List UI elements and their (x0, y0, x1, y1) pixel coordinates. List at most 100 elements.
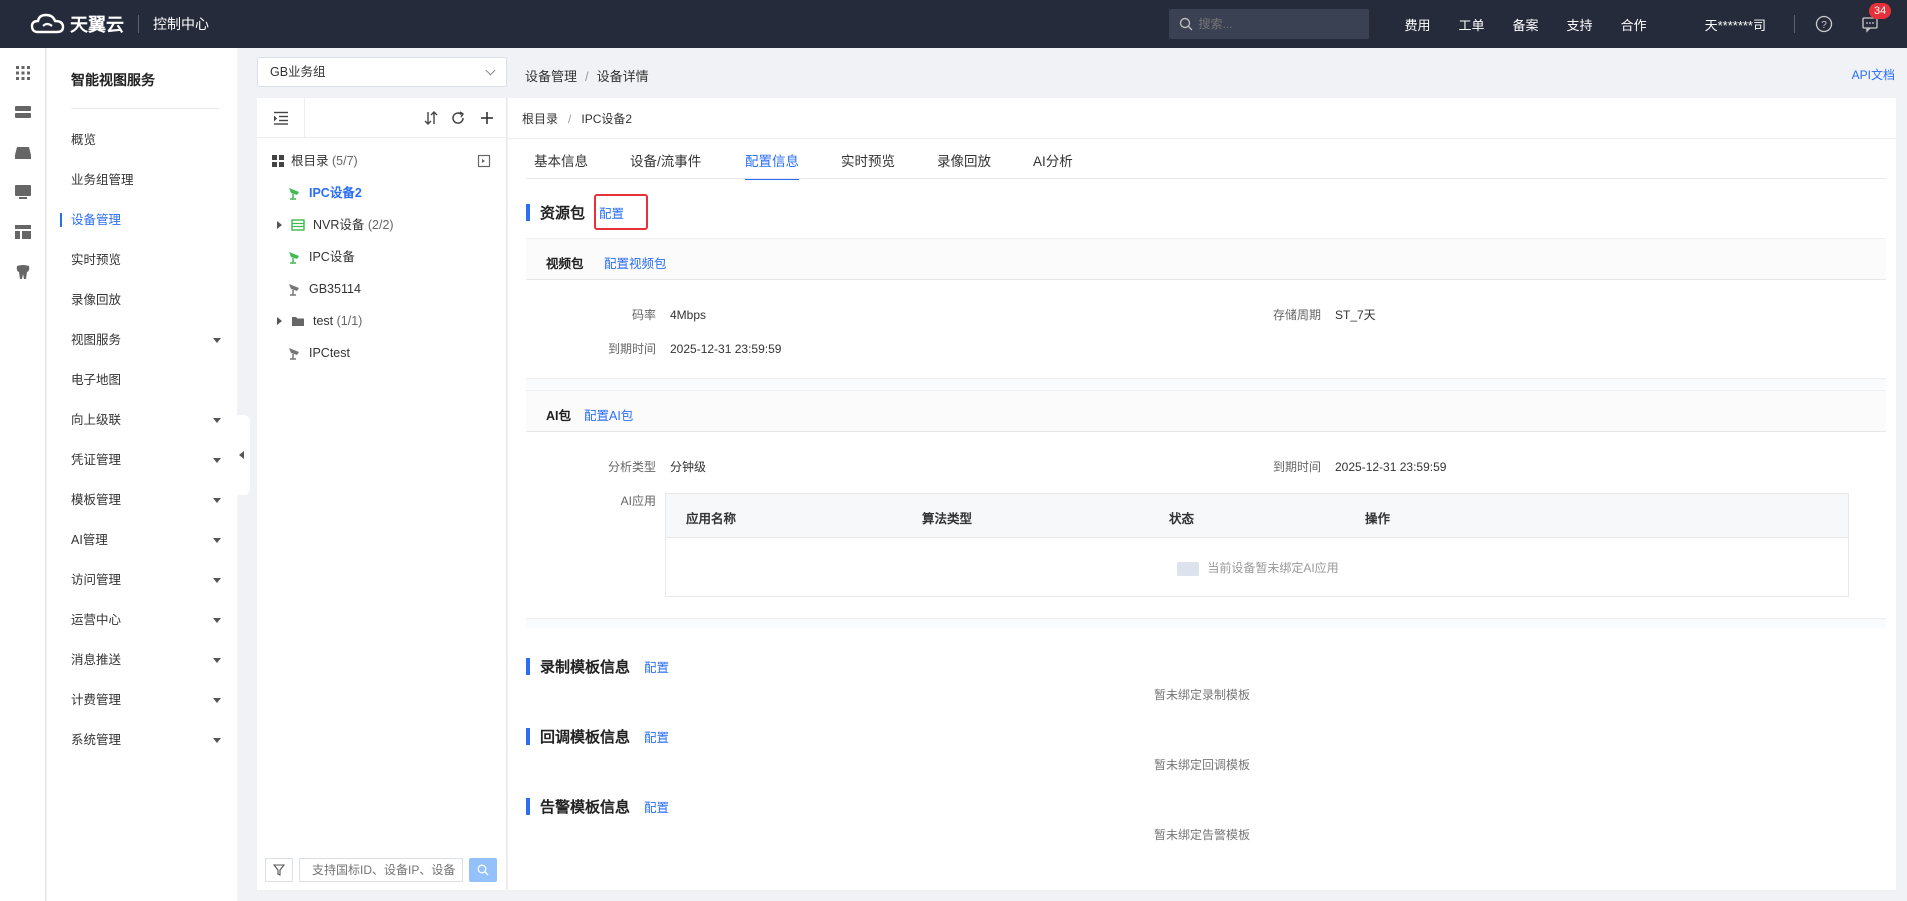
divider (526, 378, 1886, 388)
refresh-icon[interactable] (450, 110, 466, 126)
add-icon[interactable] (479, 110, 495, 126)
table-empty-state: 当前设备暂未绑定AI应用 (666, 538, 1850, 598)
tree-node-test[interactable]: test (1/1) (277, 310, 497, 332)
nav-fee[interactable]: 费用 (1405, 15, 1431, 34)
alarm-template-config-link[interactable]: 配置 (644, 797, 669, 816)
menu-item-push[interactable]: 消息推送 (71, 650, 221, 670)
tab-device-events[interactable]: 设备/流事件 (630, 150, 701, 180)
tab-basic-info[interactable]: 基本信息 (534, 150, 588, 180)
search-icon (477, 864, 489, 876)
menu-item-operations[interactable]: 运营中心 (71, 610, 221, 630)
tab-ai-analysis[interactable]: AI分析 (1033, 150, 1073, 180)
chevron-down-icon (485, 65, 496, 76)
col-app-name: 应用名称 (686, 512, 737, 526)
server-icon[interactable] (14, 103, 32, 121)
bitrate-value: 4Mbps (670, 308, 707, 322)
divider (138, 15, 139, 33)
menu-item-view-service[interactable]: 视图服务 (71, 330, 221, 350)
caret-down-icon (213, 498, 221, 503)
filter-icon (273, 864, 285, 876)
tree-search-button[interactable] (469, 858, 497, 882)
storage-label: 存储周期 (1272, 308, 1321, 322)
config-ai-package-link[interactable]: 配置AI包 (584, 405, 633, 424)
help-icon[interactable]: ? (1815, 15, 1833, 33)
menu-item-map[interactable]: 电子地图 (71, 370, 221, 390)
brand-logo[interactable]: 天翼云 (30, 11, 124, 37)
menu-item-label: AI管理 (71, 533, 108, 547)
notification-button[interactable]: 34 (1861, 3, 1892, 33)
video-package: 视频包 配置视频包 码率 4Mbps 存储周期 ST_7天 到期时间 2025-12-… (526, 238, 1886, 388)
tree-node-label: IPC设备 (309, 250, 355, 264)
camera-icon (289, 188, 299, 200)
section-title-text: 回调模板信息 (540, 728, 631, 746)
menu-item-cascade[interactable]: 向上级联 (71, 410, 221, 430)
storage-icon[interactable] (14, 143, 32, 161)
tree-search-input[interactable] (299, 858, 463, 882)
menu-item-playback[interactable]: 录像回放 (71, 290, 221, 310)
tooth-icon[interactable] (14, 263, 32, 281)
svg-text:?: ? (1821, 20, 1827, 31)
menu-collapse-toggle[interactable] (234, 415, 250, 495)
nav-filing[interactable]: 备案 (1513, 15, 1539, 34)
device-path-root[interactable]: 根目录 (522, 112, 558, 126)
record-template-config-link[interactable]: 配置 (644, 657, 669, 676)
ai-expire-field: 到期时间 2025-12-31 23:59:59 (1231, 458, 1446, 475)
breadcrumb-parent[interactable]: 设备管理 (525, 69, 577, 84)
tree-node-ipctest[interactable]: IPCtest (287, 342, 497, 364)
caret-down-icon (213, 698, 221, 703)
tree-node-count: (2/2) (367, 218, 394, 232)
menu-item-billing[interactable]: 计费管理 (71, 690, 221, 710)
config-video-package-link[interactable]: 配置视频包 (604, 253, 667, 272)
global-search[interactable] (1168, 9, 1369, 39)
camera-offline-icon (289, 284, 299, 296)
col-actions: 操作 (1365, 512, 1391, 526)
tree-node-ipc[interactable]: IPC设备 (287, 246, 497, 268)
tree-node-ipc2[interactable]: IPC设备2 (287, 182, 497, 204)
menu-item-label: 系统管理 (71, 733, 122, 747)
console-title[interactable]: 控制中心 (153, 14, 209, 34)
monitor-icon[interactable] (14, 183, 32, 201)
global-search-input[interactable] (1198, 17, 1349, 31)
menu-item-group-management[interactable]: 业务组管理 (71, 170, 221, 190)
tree-node-nvr[interactable]: NVR设备 (2/2) (277, 214, 497, 236)
menu-item-credential[interactable]: 凭证管理 (71, 450, 221, 470)
menu-item-overview[interactable]: 概览 (71, 130, 221, 150)
menu-item-ai[interactable]: AI管理 (71, 530, 221, 550)
sort-icon[interactable] (423, 110, 439, 126)
divider (71, 108, 219, 109)
menu-item-live-preview[interactable]: 实时预览 (71, 250, 221, 270)
tab-config-info[interactable]: 配置信息 (745, 150, 799, 180)
section-title-text: 告警模板信息 (540, 798, 631, 816)
nav-support[interactable]: 支持 (1567, 15, 1593, 34)
tree-node-label: IPC设备2 (309, 186, 362, 200)
tree-node-gb35114[interactable]: GB35114 (287, 278, 497, 300)
nav-ticket[interactable]: 工单 (1459, 15, 1485, 34)
breadcrumb-separator: / (568, 112, 572, 126)
group-select[interactable]: GB业务组 (257, 57, 507, 87)
menu-item-template[interactable]: 模板管理 (71, 490, 221, 510)
tree-collapse-button[interactable] (257, 98, 305, 138)
ai-package-header: AI包 配置AI包 (526, 390, 1886, 432)
menu-item-system[interactable]: 系统管理 (71, 730, 221, 750)
table-icon[interactable] (14, 223, 32, 241)
expire-label: 到期时间 (607, 342, 656, 356)
menu-item-device-management[interactable]: 设备管理 (71, 210, 221, 230)
menu-item-access[interactable]: 访问管理 (71, 570, 221, 590)
api-doc-link[interactable]: API文档 (1852, 66, 1895, 83)
analysis-type-label: 分析类型 (607, 460, 656, 474)
nav-cooperation[interactable]: 合作 (1621, 15, 1647, 34)
tab-playback[interactable]: 录像回放 (937, 150, 991, 180)
filter-button[interactable] (265, 858, 293, 882)
video-package-header: 视频包 配置视频包 (526, 238, 1886, 280)
expand-arrow-icon[interactable] (277, 221, 282, 229)
divider (526, 618, 1886, 628)
expand-arrow-icon[interactable] (277, 317, 282, 325)
callback-template-config-link[interactable]: 配置 (644, 727, 669, 746)
analysis-type-field: 分析类型 分钟级 (566, 458, 706, 475)
user-account[interactable]: 天*******司 (1705, 15, 1766, 34)
tree-root[interactable]: 根目录 (5/7) (271, 150, 501, 172)
collapse-panel-icon[interactable] (477, 154, 491, 168)
tab-live-preview[interactable]: 实时预览 (841, 150, 895, 180)
grid-apps-icon[interactable] (14, 64, 32, 82)
menu-item-label: 向上级联 (71, 413, 122, 427)
